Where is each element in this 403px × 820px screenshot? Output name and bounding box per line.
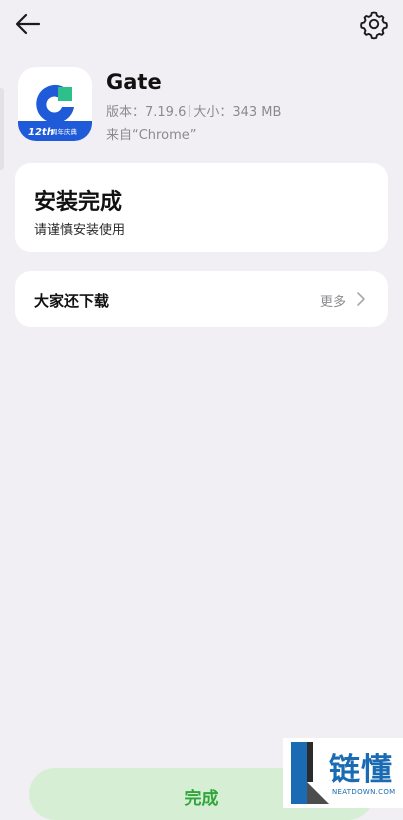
app-name: Gate [106,70,162,94]
install-title: 安装完成 [34,190,123,215]
gate-logo-icon: 12th 周年庆典 [18,67,92,141]
meta-divider [189,105,191,117]
more-link[interactable]: 更多 [320,291,346,310]
edge-handle [0,88,4,170]
version-label: 版本：7.19.6 [106,105,187,120]
gear-icon [360,11,388,40]
settings-button[interactable] [358,8,390,40]
source-label: 来自“Chrome” [106,128,197,143]
watermark: 链懂 NEATDOWN.COM [283,738,403,808]
size-label: 大小：343 MB [193,105,282,120]
watermark-subtext: NEATDOWN.COM [332,788,396,796]
badge-number: 12th [28,127,54,138]
back-button[interactable] [12,8,44,40]
badge-text: 周年庆典 [51,127,78,136]
popular-downloads-card[interactable]: 大家还下载 更多 [15,271,388,327]
chevron-right-icon[interactable] [356,291,366,307]
app-icon: 12th 周年庆典 [18,67,92,141]
install-status-card: 安装完成 请谨慎安装使用 [15,163,388,252]
popular-title: 大家还下载 [34,292,110,310]
top-bar [0,0,403,48]
arrow-left-icon [15,13,41,35]
watermark-text: 链懂 [329,752,393,788]
app-meta: 版本：7.19.6 大小：343 MB [106,101,281,120]
watermark-logo-icon [291,742,329,804]
install-subtitle: 请谨慎安装使用 [34,223,126,238]
